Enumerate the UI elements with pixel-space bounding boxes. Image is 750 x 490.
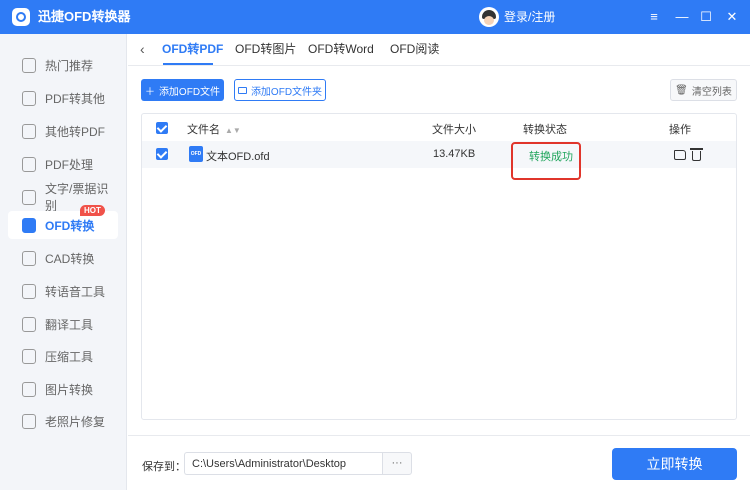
sidebar-item-label: 老照片修复 bbox=[45, 414, 106, 429]
tab-ofd-to-image[interactable]: OFD转图片 bbox=[235, 34, 296, 65]
column-header-action: 操作 bbox=[669, 124, 691, 136]
sort-icon[interactable]: ▲▼ bbox=[225, 126, 241, 135]
browse-button[interactable]: ··· bbox=[382, 452, 412, 475]
delete-icon[interactable] bbox=[690, 148, 703, 161]
sidebar-item-other-to-pdf[interactable]: 其他转PDF bbox=[8, 117, 118, 145]
file-size: 13.47KB bbox=[433, 148, 476, 160]
tab-ofd-reader[interactable]: OFD阅读 bbox=[390, 34, 439, 65]
tab-bar: ‹ OFD转PDF OFD转图片 OFD转Word OFD阅读 bbox=[128, 34, 750, 66]
hot-badge: HOT bbox=[80, 205, 105, 216]
thumb-up-icon bbox=[22, 57, 36, 73]
sidebar-item-voice[interactable]: 转语音工具 bbox=[8, 277, 118, 305]
save-to-label: 保存到： bbox=[142, 461, 186, 473]
output-path-input[interactable] bbox=[184, 452, 383, 475]
user-avatar[interactable] bbox=[479, 7, 499, 27]
sidebar-item-label: OFD转换 bbox=[45, 218, 95, 233]
sidebar-item-cad[interactable]: CAD转换 bbox=[8, 244, 118, 272]
active-tab-indicator bbox=[163, 63, 213, 65]
translate-icon bbox=[22, 316, 36, 332]
sidebar-item-image[interactable]: 图片转换 bbox=[8, 375, 118, 403]
column-header-name[interactable]: 文件名 ▲▼ bbox=[187, 121, 241, 137]
add-ofd-file-button[interactable]: ＋ 添加OFD文件 bbox=[141, 79, 224, 101]
sidebar-item-label: 热门推荐 bbox=[45, 58, 94, 73]
row-checkbox[interactable] bbox=[156, 148, 168, 160]
voice-icon bbox=[22, 283, 36, 299]
photo-repair-icon bbox=[22, 413, 36, 429]
sidebar-item-pdf-tools[interactable]: PDF处理 bbox=[8, 150, 118, 178]
convert-pdf-icon bbox=[22, 123, 36, 139]
sidebar-item-label: 转语音工具 bbox=[45, 284, 106, 299]
sidebar-item-ofd[interactable]: OFD转换 HOT bbox=[8, 205, 118, 239]
folder-icon bbox=[237, 86, 247, 94]
column-header-status: 转换状态 bbox=[523, 124, 567, 136]
sidebar-item-pdf-to-other[interactable]: PDF转其他 bbox=[8, 84, 118, 112]
close-button[interactable]: ✕ bbox=[720, 0, 744, 34]
select-all-checkbox[interactable] bbox=[156, 122, 168, 134]
menu-icon[interactable]: ≡ bbox=[642, 0, 666, 34]
minimize-button[interactable]: — bbox=[670, 0, 694, 34]
sidebar-item-compress[interactable]: 压缩工具 bbox=[8, 342, 118, 370]
column-header-name-label: 文件名 bbox=[187, 124, 220, 136]
tab-ofd-to-word[interactable]: OFD转Word bbox=[308, 34, 374, 65]
ofd-icon bbox=[22, 217, 36, 233]
image-icon bbox=[22, 381, 36, 397]
tab-ofd-to-pdf[interactable]: OFD转PDF bbox=[162, 34, 223, 65]
maximize-button[interactable]: ☐ bbox=[694, 0, 718, 34]
ocr-icon bbox=[22, 189, 36, 205]
sidebar-item-label: 压缩工具 bbox=[45, 349, 94, 364]
sidebar-item-translate[interactable]: 翻译工具 bbox=[8, 310, 118, 338]
clear-list-button[interactable]: 🗑 清空列表 bbox=[670, 79, 737, 101]
clear-list-label: 清空列表 bbox=[691, 86, 732, 98]
add-ofd-file-label: 添加OFD文件 bbox=[158, 86, 221, 98]
app-logo-icon bbox=[12, 8, 30, 26]
convert-now-button[interactable]: 立即转换 bbox=[612, 448, 737, 480]
title-bar: 迅捷OFD转换器 登录/注册 ≡ — ☐ ✕ bbox=[0, 0, 750, 34]
sidebar-item-label: 其他转PDF bbox=[45, 124, 106, 139]
column-header-size: 文件大小 bbox=[432, 124, 476, 136]
add-ofd-folder-label: 添加OFD文件夹 bbox=[250, 86, 323, 98]
app-title: 迅捷OFD转换器 bbox=[38, 9, 131, 24]
open-folder-icon[interactable] bbox=[674, 150, 686, 160]
sidebar: 热门推荐 PDF转其他 其他转PDF PDF处理 文字/票据识别 OFD转换 H… bbox=[0, 34, 127, 490]
sidebar-item-label: CAD转换 bbox=[45, 251, 95, 266]
pdf-tool-icon bbox=[22, 156, 36, 172]
sidebar-item-label: PDF处理 bbox=[45, 157, 94, 172]
sidebar-item-label: 图片转换 bbox=[45, 382, 94, 397]
add-ofd-folder-button[interactable]: 添加OFD文件夹 bbox=[234, 79, 326, 101]
trash-icon: 🗑 bbox=[675, 84, 688, 96]
ofd-file-icon: OFD bbox=[189, 146, 203, 162]
sidebar-item-label: 翻译工具 bbox=[45, 317, 94, 332]
plus-icon: ＋ bbox=[144, 86, 155, 98]
file-name: 文本OFD.ofd bbox=[206, 151, 270, 163]
pdf-icon bbox=[22, 90, 36, 106]
sidebar-item-hot[interactable]: 热门推荐 bbox=[8, 51, 118, 79]
status-highlight-box bbox=[511, 142, 581, 180]
sidebar-item-photo-repair[interactable]: 老照片修复 bbox=[8, 407, 118, 435]
cad-icon bbox=[22, 250, 36, 266]
login-link[interactable]: 登录/注册 bbox=[504, 0, 555, 34]
sidebar-item-label: PDF转其他 bbox=[45, 91, 106, 106]
compress-icon bbox=[22, 348, 36, 364]
back-icon[interactable]: ‹ bbox=[140, 34, 145, 65]
